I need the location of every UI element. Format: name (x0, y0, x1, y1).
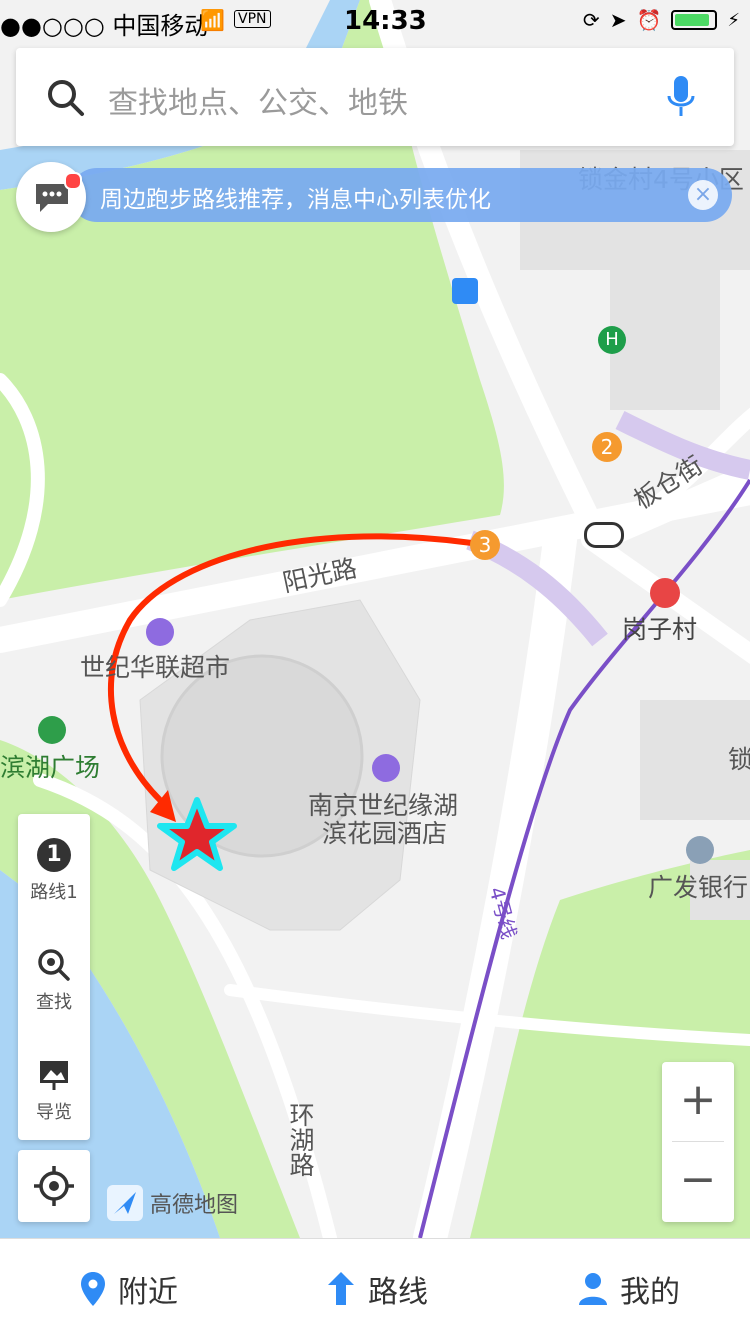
microphone-icon[interactable] (666, 74, 696, 120)
route1-label: 路线1 (30, 882, 78, 903)
alarm-icon: ⏰ (636, 8, 662, 32)
bank-icon[interactable] (686, 836, 714, 864)
unread-dot (64, 172, 82, 190)
battery-icon (671, 10, 718, 30)
traffic-light-icon (584, 522, 624, 548)
carrier-text: ●●○○○ 中国移动 (0, 12, 209, 40)
route-arrow-icon (328, 1272, 354, 1305)
vpn-badge: VPN (234, 10, 271, 28)
message-center-button[interactable] (16, 162, 86, 232)
route1-tool[interactable]: 1 路线1 (18, 838, 90, 904)
rotation-lock-icon: ⟳ (582, 8, 600, 32)
search-placeholder[interactable]: 查找地点、公交、地铁 (108, 78, 408, 122)
bus-stop-icon[interactable] (452, 278, 478, 304)
clock-time: 14:33 (344, 6, 427, 36)
zoom-controls: + − (662, 1062, 734, 1222)
label-gangzi-village: 岗子村 (622, 615, 698, 644)
zoom-search-icon (38, 949, 70, 981)
tab-mine-label: 我的 (620, 1275, 680, 1310)
zoom-out-button[interactable]: − (662, 1142, 734, 1222)
supermarket-icon[interactable] (146, 618, 174, 646)
metro-station-icon[interactable] (650, 578, 680, 608)
label-century-hualian: 世纪华联超市 (80, 653, 231, 682)
label-guangfa-bank: 广发银行 (648, 873, 749, 902)
search-icon (48, 80, 84, 116)
bottom-tab-bar: 附近 路线 我的 (0, 1238, 750, 1335)
amap-brand: 高德地图 (106, 1184, 238, 1222)
label-edge-suo: 锁 (728, 745, 750, 774)
amap-logo-icon (107, 1185, 143, 1221)
route1-number-icon: 1 (37, 838, 71, 872)
locate-button[interactable] (18, 1150, 90, 1222)
search-tool-label: 查找 (36, 992, 72, 1013)
tab-route[interactable]: 路线 (326, 1267, 428, 1311)
park-poi-icon[interactable] (38, 716, 66, 744)
wifi-icon: 📶 (200, 8, 225, 32)
user-icon (579, 1273, 607, 1305)
tab-nearby[interactable]: 附近 (80, 1267, 178, 1311)
status-bar: ●●○○○ 中国移动 📶 VPN 14:33 ⟳ ➤ ⏰ ⚡ (0, 0, 750, 40)
close-icon[interactable]: × (688, 180, 718, 210)
location-pin-icon (81, 1272, 105, 1306)
label-huanhu-road: 环湖路 (286, 1102, 315, 1177)
tab-mine[interactable]: 我的 (578, 1267, 680, 1311)
holiday-inn-icon[interactable]: H (598, 326, 626, 354)
search-bar[interactable]: 查找地点、公交、地铁 (16, 48, 734, 146)
picture-icon (40, 1061, 68, 1090)
crosshair-icon (34, 1166, 74, 1206)
notice-banner[interactable]: 周边跑步路线推荐，消息中心列表优化 × (70, 168, 732, 222)
hotel-icon[interactable] (372, 754, 400, 782)
location-arrow-icon: ➤ (609, 8, 627, 32)
guide-tool[interactable]: 导览 (18, 1058, 90, 1124)
amap-brand-text: 高德地图 (150, 1193, 239, 1218)
search-tool[interactable]: 查找 (18, 948, 90, 1014)
notice-text[interactable]: 周边跑步路线推荐，消息中心列表优化 (100, 180, 491, 214)
charging-icon: ⚡ (727, 9, 740, 31)
guide-tool-label: 导览 (36, 1102, 72, 1123)
zoom-in-button[interactable]: + (662, 1062, 734, 1142)
tab-route-label: 路线 (368, 1275, 428, 1310)
tool-panel: 1 路线1 查找 导览 (18, 814, 90, 1140)
label-hotel-line2: 滨花园酒店 (322, 819, 448, 848)
badge-2[interactable]: 2 (592, 432, 622, 462)
label-binhu-square: 滨湖广场 (0, 753, 101, 782)
tab-nearby-label: 附近 (118, 1275, 178, 1310)
badge-3[interactable]: 3 (470, 530, 500, 560)
